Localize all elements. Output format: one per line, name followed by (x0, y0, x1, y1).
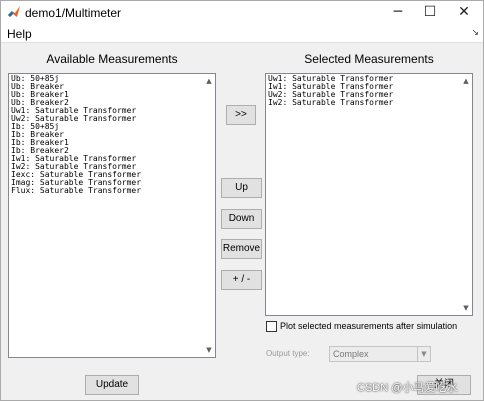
scroll-down-icon[interactable]: ▼ (203, 344, 215, 356)
scroll-up-icon[interactable]: ▲ (203, 75, 215, 87)
scroll-down-icon[interactable]: ▼ (460, 302, 472, 314)
list-item[interactable]: Ib: Breaker2 (11, 147, 201, 155)
list-item[interactable]: Iw2: Saturable Transformer (11, 163, 201, 171)
selected-items: Uw1: Saturable Transformer Iw1: Saturable… (268, 75, 458, 107)
available-measurements-list[interactable]: Ub: 50+85j Ub: Breaker Ub: Breaker1 Ub: Bre… (8, 73, 216, 358)
list-item[interactable]: Ib: Breaker (11, 131, 201, 139)
list-item[interactable]: Ub: Breaker2 (11, 99, 201, 107)
list-item[interactable]: Imag: Saturable Transformer (11, 179, 201, 187)
list-item[interactable]: Iexc: Saturable Transformer (11, 171, 201, 179)
multimeter-window: demo1/Multimeter ─ ☐ ✕ Help ↘ Available … (0, 0, 484, 401)
list-item[interactable]: Ib: 50+85j (11, 123, 201, 131)
selected-scrollbar[interactable]: ▲ ▼ (460, 74, 472, 315)
matlab-logo-icon (7, 5, 21, 19)
list-item[interactable]: Iw2: Saturable Transformer (268, 99, 458, 107)
plot-after-simulation-checkbox[interactable] (266, 321, 277, 332)
watermark-text: CSDN @小马爱吃水 (357, 382, 458, 394)
window-title: demo1/Multimeter (25, 6, 122, 20)
list-item[interactable]: Ub: 50+85j (11, 75, 201, 83)
dock-arrow-icon[interactable]: ↘ (471, 28, 479, 38)
output-type-select[interactable]: Complex ▼ (329, 346, 431, 362)
add-measurement-button[interactable]: >> (226, 105, 256, 125)
available-measurements-label: Available Measurements (46, 52, 178, 66)
close-window-button[interactable]: ✕ (447, 1, 481, 25)
output-type-value: Complex (333, 349, 369, 359)
list-item[interactable]: Iw1: Saturable Transformer (268, 83, 458, 91)
chevron-down-icon: ▼ (417, 347, 430, 361)
available-items: Ub: 50+85j Ub: Breaker Ub: Breaker1 Ub: Bre… (11, 75, 201, 195)
remove-button[interactable]: Remove (221, 239, 262, 259)
selected-measurements-list[interactable]: Uw1: Saturable Transformer Iw1: Saturable… (265, 73, 473, 316)
menu-help[interactable]: Help (7, 27, 32, 41)
list-item[interactable]: Ib: Breaker1 (11, 139, 201, 147)
move-down-button[interactable]: Down (221, 209, 262, 229)
list-item[interactable]: Uw2: Saturable Transformer (11, 115, 201, 123)
available-scrollbar[interactable]: ▲ ▼ (203, 74, 215, 357)
list-item[interactable]: Ub: Breaker (11, 83, 201, 91)
scroll-up-icon[interactable]: ▲ (460, 75, 472, 87)
plot-after-simulation-label: Plot selected measurements after simulat… (280, 321, 458, 331)
maximize-button[interactable]: ☐ (413, 1, 447, 25)
list-item[interactable]: Flux: Saturable Transformer (11, 187, 201, 195)
list-item[interactable]: Ub: Breaker1 (11, 91, 201, 99)
title-bar: demo1/Multimeter ─ ☐ ✕ (1, 1, 483, 25)
sign-toggle-button[interactable]: + / - (221, 270, 262, 290)
list-item[interactable]: Uw1: Saturable Transformer (11, 107, 201, 115)
list-item[interactable]: Iw1: Saturable Transformer (11, 155, 201, 163)
update-button[interactable]: Update (85, 375, 139, 395)
menu-bar: Help ↘ (1, 25, 483, 43)
selected-measurements-label: Selected Measurements (304, 52, 434, 66)
output-type-label: Output type: (266, 349, 310, 358)
list-item[interactable]: Uw1: Saturable Transformer (268, 75, 458, 83)
minimize-button[interactable]: ─ (381, 1, 415, 25)
move-up-button[interactable]: Up (221, 178, 262, 198)
list-item[interactable]: Uw2: Saturable Transformer (268, 91, 458, 99)
